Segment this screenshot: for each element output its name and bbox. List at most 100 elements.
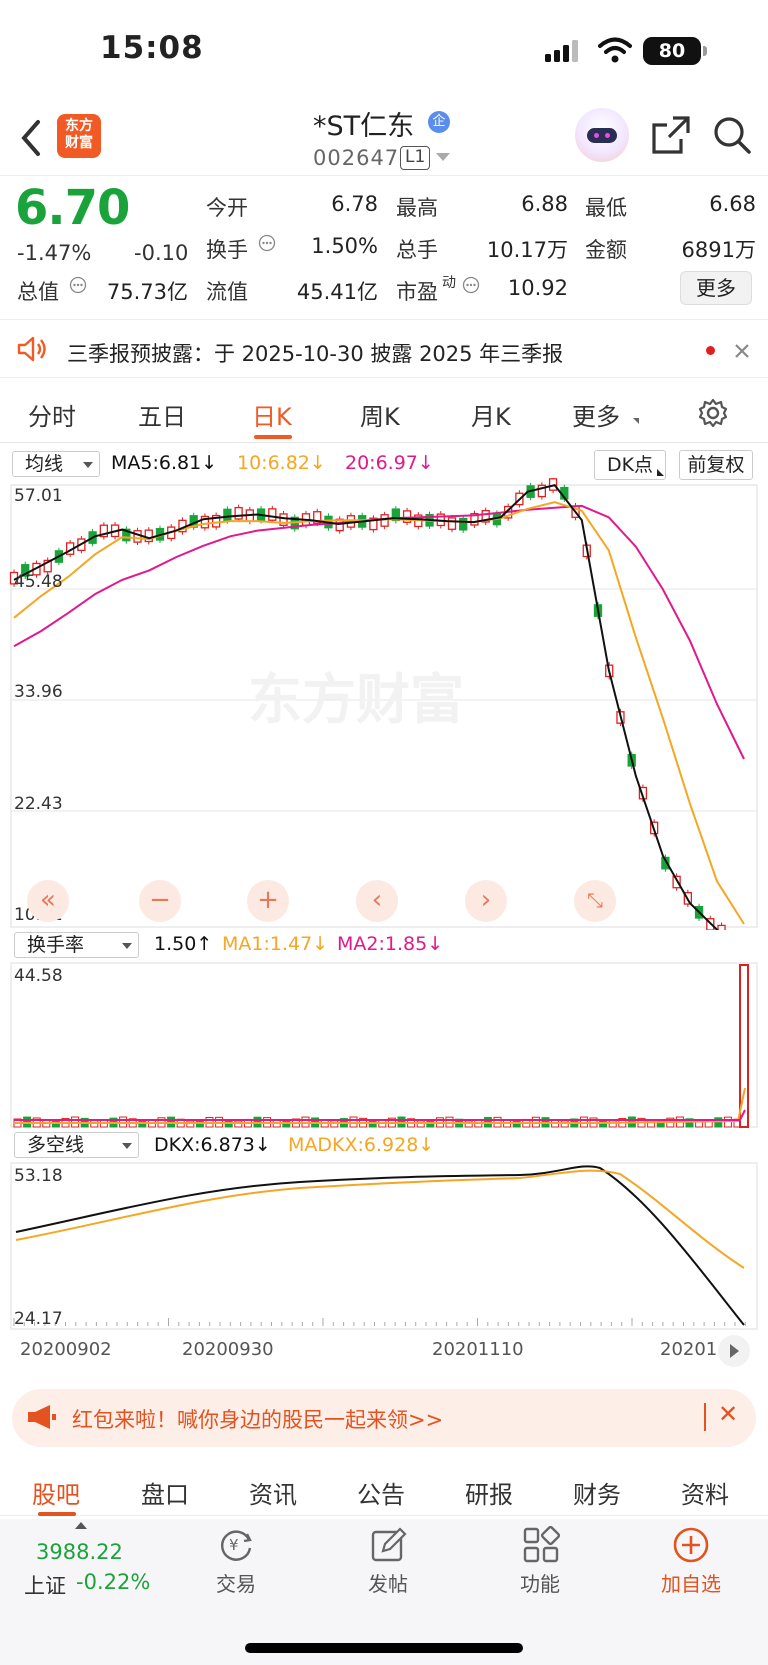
close-icon[interactable] — [734, 343, 750, 359]
nav-function-label[interactable]: 功能 — [518, 1568, 562, 1597]
float-label: 流值 — [206, 280, 248, 304]
nav-post-label[interactable]: 发帖 — [366, 1568, 410, 1597]
search-icon[interactable] — [712, 115, 752, 155]
scroll-right-arrow[interactable] — [718, 1335, 750, 1367]
turnover-selector[interactable]: 换手率 — [14, 932, 139, 958]
ma5-value: MA5:6.81↓ — [111, 452, 218, 474]
level-badge: L1 — [400, 146, 431, 170]
adjust-button[interactable]: 前复权 — [679, 450, 753, 480]
info-icon[interactable] — [462, 276, 480, 294]
tab-five-day[interactable]: 五日 — [138, 397, 186, 432]
enterprise-badge: 企 — [428, 111, 450, 133]
close-icon[interactable]: ✕ — [718, 1400, 738, 1428]
dkx-chart[interactable] — [0, 1160, 768, 1332]
stock-title[interactable]: *ST仁东 — [313, 104, 414, 143]
candlestick — [717, 924, 726, 930]
zoom-out-button[interactable]: − — [139, 880, 181, 922]
turnover-chart[interactable] — [0, 960, 768, 1130]
tab-daily-k[interactable]: 日K — [252, 397, 292, 432]
mktcap-label: 总值 — [17, 280, 59, 304]
amount-value: 6891万 — [681, 238, 756, 262]
brand-logo[interactable]: 东方 财富 — [57, 114, 101, 158]
x-date-label: 20201 — [660, 1339, 718, 1360]
svg-text:¥: ¥ — [229, 1536, 239, 1554]
turnover-bar — [608, 1120, 617, 1128]
scroll-right-button[interactable]: › — [465, 880, 507, 922]
tab-monthly-k[interactable]: 月K — [471, 397, 511, 432]
index-value[interactable]: 3988.22 — [36, 1540, 123, 1564]
active-tab-underline — [38, 1512, 76, 1516]
tab-finance[interactable]: 财务 — [573, 1475, 621, 1510]
zoom-in-button[interactable]: + — [247, 880, 289, 922]
active-tab-underline — [254, 435, 292, 439]
speaker-icon — [17, 336, 46, 362]
status-time: 15:08 — [100, 30, 204, 66]
y-axis-label: 33.96 — [14, 682, 63, 702]
add-watchlist-icon[interactable] — [672, 1526, 710, 1564]
tab-guba[interactable]: 股吧 — [32, 1475, 80, 1510]
tab-weekly-k[interactable]: 周K — [360, 397, 400, 432]
chevron-down-icon[interactable] — [436, 153, 450, 161]
x-axis-ticks — [13, 1318, 746, 1326]
candlestick — [133, 530, 142, 543]
tab-news[interactable]: 资讯 — [249, 1475, 297, 1510]
home-indicator — [245, 1643, 523, 1653]
open-label: 今开 — [206, 196, 248, 220]
change-percent: -1.47% — [17, 241, 92, 265]
dkx-line — [15, 1165, 745, 1326]
battery-indicator: 80 — [643, 37, 707, 65]
candlestick — [268, 508, 277, 521]
nav-trade-label[interactable]: 交易 — [214, 1568, 258, 1597]
scroll-left-button[interactable]: ‹ — [356, 880, 398, 922]
fullscreen-icon[interactable]: ⤡ — [574, 880, 616, 922]
amount-label: 金额 — [585, 238, 627, 262]
share-icon[interactable] — [651, 115, 691, 155]
madkx-line — [15, 1169, 745, 1269]
dkx-y-label-bottom: 24.17 — [14, 1309, 63, 1329]
tab-announcement[interactable]: 公告 — [357, 1475, 405, 1510]
scroll-fast-left-button[interactable]: « — [27, 880, 69, 922]
x-date-label: 20200902 — [20, 1339, 112, 1360]
tab-pankou[interactable]: 盘口 — [141, 1475, 189, 1510]
promo-divider — [704, 1403, 706, 1431]
ma-selector[interactable]: 均线 — [12, 451, 100, 477]
corner-triangle-icon — [657, 469, 664, 476]
more-button[interactable]: 更多 — [680, 271, 752, 305]
compose-icon[interactable] — [370, 1526, 408, 1564]
kline-chart[interactable]: 东方财富 — [0, 478, 768, 930]
dkx-selector[interactable]: 多空线 — [14, 1132, 139, 1158]
promo-text: 红包来啦！喊你身边的股民一起来领>> — [72, 1408, 444, 1432]
current-price: 6.70 — [15, 180, 130, 236]
tab-minute[interactable]: 分时 — [28, 397, 76, 432]
volume-value: 10.17万 — [486, 238, 568, 262]
nav-add-label[interactable]: 加自选 — [658, 1568, 724, 1597]
wifi-icon — [598, 37, 632, 63]
volume-label: 总手 — [396, 238, 438, 262]
dk-point-button[interactable]: DK点 — [594, 450, 666, 480]
tab-profile[interactable]: 资料 — [681, 1475, 729, 1510]
high-value: 6.88 — [521, 192, 568, 216]
app-root: 15:08 80 东方 财富 *ST仁东 企 002647 L1 6.70 -1… — [0, 0, 768, 1665]
trade-icon[interactable]: ¥ — [216, 1526, 256, 1564]
gear-icon[interactable] — [698, 398, 728, 428]
open-value: 6.78 — [331, 192, 378, 216]
pe-superscript: 动 — [442, 275, 456, 291]
low-label: 最低 — [585, 196, 627, 220]
chart-watermark: 东方财富 — [248, 668, 464, 731]
madkx-value: MADKX:6.928↓ — [288, 1134, 435, 1156]
turnover-value: 1.50% — [311, 234, 378, 258]
dkx-y-label-top: 53.18 — [14, 1166, 63, 1186]
y-axis-label: 45.48 — [14, 572, 63, 592]
back-button[interactable] — [20, 118, 54, 158]
candlestick — [459, 517, 468, 531]
tab-more[interactable]: 更多 — [572, 397, 620, 432]
turnover-ma2: MA2:1.85↓ — [337, 933, 444, 955]
grid-icon[interactable] — [522, 1526, 560, 1564]
tab-research[interactable]: 研报 — [465, 1475, 513, 1510]
info-icon[interactable] — [258, 234, 276, 252]
turnover-label: 换手 — [206, 238, 248, 262]
ai-assistant-avatar[interactable] — [575, 108, 629, 162]
turnover-ma1: MA1:1.47↓ — [222, 933, 329, 955]
info-icon[interactable] — [69, 276, 87, 294]
y-axis-label: 22.43 — [14, 794, 63, 814]
